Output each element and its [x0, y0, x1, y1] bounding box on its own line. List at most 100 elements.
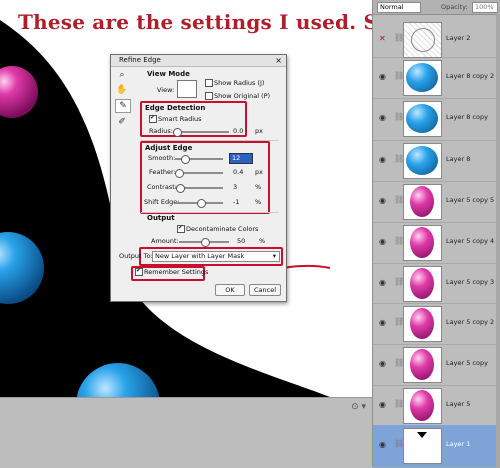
- pink-ball-thumbnail: [410, 308, 434, 339]
- close-icon[interactable]: ×: [275, 55, 282, 66]
- layer-row[interactable]: ✕ ⛓ Layer 2: [373, 19, 500, 58]
- feather-label: Feather:: [149, 168, 176, 176]
- eye-icon[interactable]: ◉: [379, 196, 386, 205]
- refine-edge-dialog: Refine Edge × ⌕ ✋ ✎ ✐ View Mode View: Sh…: [110, 54, 287, 302]
- contrast-unit: %: [255, 183, 262, 191]
- layer-row[interactable]: ◉ ⛓ Layer 5 copy: [373, 344, 500, 386]
- eye-icon[interactable]: ◉: [379, 400, 386, 409]
- hand-tool-icon[interactable]: ✋: [115, 84, 129, 96]
- remember-settings-label: Remember Settings: [144, 268, 209, 276]
- view-mode-heading: View Mode: [147, 70, 190, 78]
- document-canvas[interactable]: These are the settings I used. See text.…: [0, 0, 372, 397]
- layer-thumbnail: [403, 347, 442, 383]
- remember-settings-checkbox[interactable]: [135, 267, 143, 276]
- amount-slider-knob[interactable]: [201, 238, 210, 247]
- layer-thumbnail: [403, 101, 442, 137]
- layer-row[interactable]: ◉ ⛓ Layer 1: [373, 425, 500, 468]
- layer-row[interactable]: ◉ ⛓ Layer 5 copy 2: [373, 303, 500, 345]
- contrast-slider[interactable]: [175, 184, 223, 193]
- dialog-tools: ⌕ ✋ ✎ ✐: [115, 69, 131, 131]
- contrast-label: Contrast:: [147, 183, 177, 191]
- layers-scrollbar[interactable]: [496, 14, 500, 467]
- layer-name: Layer 8 copy: [446, 113, 488, 121]
- smart-radius-checkbox[interactable]: [149, 114, 157, 123]
- layer-thumbnail: [403, 225, 442, 261]
- radius-label: Radius:: [149, 127, 173, 135]
- output-to-value: New Layer with Layer Mask: [155, 252, 245, 260]
- radius-slider[interactable]: [173, 128, 229, 137]
- layer-thumbnail: [403, 306, 442, 342]
- eye-icon[interactable]: ◉: [379, 278, 386, 287]
- layer-row[interactable]: ◉ ⛓ Layer 8 copy: [373, 98, 500, 141]
- hidden-visibility-icon[interactable]: ✕: [379, 34, 386, 43]
- layer-row[interactable]: ◉ ⛓ Layer 5 copy 4: [373, 222, 500, 264]
- radius-value: 0.0: [233, 127, 244, 135]
- eye-icon[interactable]: ◉: [379, 72, 386, 81]
- opacity-label: Opacity:: [441, 3, 468, 11]
- blend-mode-select[interactable]: Normal: [377, 2, 421, 13]
- view-mode-picker[interactable]: [177, 80, 197, 98]
- shift-edge-value: -1: [233, 198, 240, 206]
- shift-edge-slider[interactable]: [175, 199, 223, 208]
- layer-thumbnail: [403, 22, 442, 58]
- eye-icon[interactable]: ◉: [379, 318, 386, 327]
- layer-name: Layer 5 copy 3: [446, 278, 495, 286]
- layer-thumbnail: [403, 143, 442, 179]
- layer-thumbnail: [403, 388, 442, 424]
- layer-name: Layer 5 copy: [446, 359, 488, 367]
- show-radius-checkbox[interactable]: [205, 79, 213, 87]
- layer-row[interactable]: ◉ ⛓ Layer 5 copy 3: [373, 263, 500, 304]
- edge-detection-heading: Edge Detection: [145, 104, 206, 112]
- feather-slider-knob[interactable]: [175, 169, 184, 178]
- ok-button[interactable]: OK: [215, 284, 245, 296]
- pink-ball-thumbnail: [410, 186, 434, 217]
- refine-radius-tool-icon[interactable]: ✎: [115, 99, 131, 113]
- radius-slider-knob[interactable]: [173, 128, 182, 137]
- layer-thumbnail: [403, 428, 442, 464]
- erase-refinements-tool-icon[interactable]: ✐: [115, 116, 129, 128]
- eye-icon[interactable]: ◉: [379, 440, 386, 449]
- eye-icon[interactable]: ◉: [379, 237, 386, 246]
- feather-slider[interactable]: [175, 169, 223, 178]
- zoom-tool-icon[interactable]: ⌕: [115, 69, 129, 81]
- layer-name: Layer 5: [446, 400, 471, 408]
- pink-ball-thumbnail: [410, 390, 434, 421]
- view-label: View:: [157, 86, 175, 94]
- pink-ball-thumbnail: [410, 349, 434, 380]
- amount-value: 50: [237, 237, 246, 245]
- smooth-input[interactable]: 12: [229, 153, 253, 164]
- layer-thumbnail: [403, 266, 442, 302]
- contrast-slider-knob[interactable]: [176, 184, 185, 193]
- layer-name: Layer 8: [446, 155, 471, 163]
- smooth-slider[interactable]: [175, 155, 223, 164]
- output-to-select[interactable]: New Layer with Layer Mask ▾: [152, 251, 280, 262]
- amount-label: Amount:: [151, 237, 179, 245]
- smooth-slider-knob[interactable]: [181, 155, 190, 164]
- chevron-down-icon: ▾: [272, 252, 276, 260]
- layer-row[interactable]: ◉ ⛓ Layer 8 copy 2: [373, 57, 500, 99]
- layer-row[interactable]: ◉ ⛓ Layer 5 copy 5: [373, 181, 500, 223]
- smart-radius-label: Smart Radius: [158, 115, 202, 123]
- radius-unit: px: [255, 127, 263, 135]
- zoom-controls-icon[interactable]: ⊙ ▾: [351, 402, 366, 412]
- layers-panel: Normal Opacity: 100% ✕ ⛓ Layer 2 ◉ ⛓ Layer 8 …: [372, 0, 500, 468]
- layer-name: Layer 8 copy 2: [446, 72, 495, 80]
- layer-row[interactable]: ◉ ⛓ Layer 5: [373, 385, 500, 426]
- eye-icon[interactable]: ◉: [379, 155, 386, 164]
- eye-icon[interactable]: ◉: [379, 113, 386, 122]
- blue-ball-thumbnail: [406, 104, 438, 133]
- layer-name: Layer 1: [446, 440, 471, 448]
- blue-ball-thumbnail: [406, 146, 438, 175]
- canvas-status-area: ⊙ ▾: [0, 397, 372, 468]
- cancel-button[interactable]: Cancel: [249, 284, 281, 296]
- show-original-checkbox[interactable]: [205, 92, 213, 100]
- eye-icon[interactable]: ◉: [379, 359, 386, 368]
- decontaminate-colors-label: Decontaminate Colors: [186, 225, 259, 233]
- amount-slider[interactable]: [179, 238, 229, 247]
- layer-row[interactable]: ◉ ⛓ Layer 8: [373, 140, 500, 182]
- opacity-input[interactable]: 100%: [472, 2, 498, 13]
- decontaminate-colors-checkbox[interactable]: [177, 224, 185, 233]
- layer-name: Layer 5 copy 4: [446, 237, 495, 245]
- feather-unit: px: [255, 168, 263, 176]
- shift-edge-slider-knob[interactable]: [197, 199, 206, 208]
